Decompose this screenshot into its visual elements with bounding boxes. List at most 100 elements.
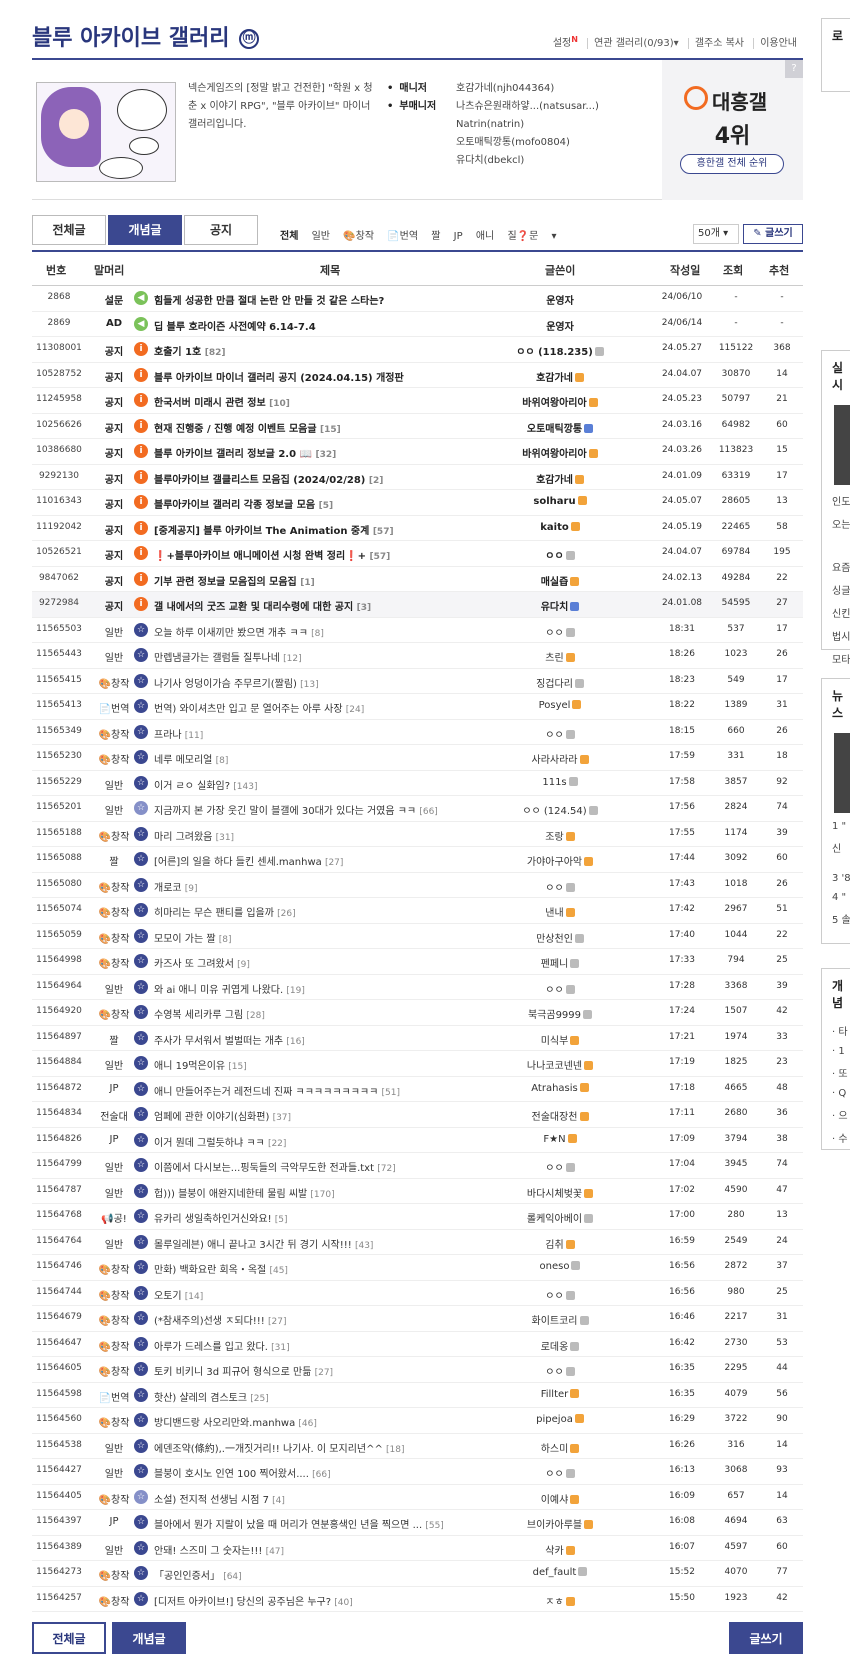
comment-count[interactable]: [10] [269, 399, 290, 409]
submanager-name[interactable]: Natrin(natrin) [456, 116, 599, 134]
comment-count[interactable]: [15] [228, 1062, 246, 1072]
best-item[interactable]: · 으 [822, 1103, 850, 1126]
comment-count[interactable]: [27] [315, 1368, 333, 1378]
writer-name[interactable]: 호감가네 [536, 475, 573, 486]
post-writer[interactable]: 롤케익아베이 [490, 1210, 630, 1225]
comment-count[interactable]: [46] [298, 1419, 316, 1429]
table-row[interactable]: 11564257 🎨창작 ☆ [디저트 아카이브!] 당신의 공주님은 누구? [40… [32, 1587, 803, 1612]
post-title-text[interactable]: 갤 내에서의 굿즈 교환 및 대리수령에 대한 공지 [154, 602, 353, 613]
post-title-text[interactable]: 이거 ㄹㅇ 실화임? [154, 781, 230, 792]
comment-count[interactable]: [43] [355, 1241, 373, 1251]
writer-name[interactable]: ㅇㅇ [545, 551, 563, 562]
post-title-text[interactable]: 주사가 무서워서 벌벌떠는 개추 [154, 1036, 283, 1047]
writer-name[interactable]: 북극곰9999 [528, 1010, 581, 1021]
post-writer[interactable]: ㅇㅇ [490, 624, 630, 639]
comment-count[interactable]: [37] [273, 1113, 291, 1123]
post-writer[interactable]: ㅇㅇ (124.54) [490, 802, 630, 817]
post-title-text[interactable]: 딥 블루 호라이즌 사전예약 6.14-7.4 [154, 322, 316, 333]
post-title-text[interactable]: 에덴조약(條約),.一개짓거리!! 나기사. 이 모지리년^^ [154, 1444, 383, 1455]
table-row[interactable]: 11564764 일반 ☆ 몰루일레븐) 애니 끝나고 3시간 뒤 경기 시작!!! … [32, 1230, 803, 1255]
head-general[interactable]: 일반 [312, 231, 330, 242]
writer-name[interactable]: def_fault [533, 1567, 577, 1578]
post-title[interactable]: 힘들게 성공한 만큼 절대 논란 안 만들 것 같은 스타는? [154, 292, 489, 307]
comment-count[interactable]: [40] [334, 1598, 352, 1608]
table-row[interactable]: 11564834 전술대 ☆ 엄페에 관한 이야기(심화편) [37] 전술대장천 17:… [32, 1102, 803, 1128]
post-title[interactable]: 안돼! 스즈미 그 숫자는!!! [47] [154, 1542, 489, 1557]
post-title[interactable]: 블루아카이브 갤러리 각종 정보글 모음 [5] [154, 496, 489, 511]
comment-count[interactable]: [16] [286, 1037, 304, 1047]
post-title[interactable]: 아루가 드레스를 입고 왔다. [31] [154, 1338, 489, 1353]
head-creation[interactable]: 🎨창작 [343, 231, 374, 242]
sidebar-login-title[interactable]: 로 [822, 19, 850, 52]
table-row[interactable]: 10386680 공지 i 블루 아카이브 갤러리 정보글 2.0 📖 [32] 바위여… [32, 439, 803, 465]
post-title-text[interactable]: 호출기 1호 [154, 347, 201, 358]
post-writer[interactable]: Posyel [490, 700, 630, 711]
post-title[interactable]: 「공인인증서」 [64] [154, 1567, 489, 1582]
writer-name[interactable]: 111s [542, 777, 566, 788]
comment-count[interactable]: [9] [185, 884, 198, 894]
table-row[interactable]: 11564884 일반 ☆ 애니 19먹은이유 [15] 나나코코넨넨 17:19 1825… [32, 1051, 803, 1077]
write-button-top[interactable]: ✎ 글쓰기 [743, 224, 803, 244]
post-title[interactable]: 블아에서 뭔가 지랄이 났을 때 머리가 연분홍색인 년을 찍으면 ... [5… [154, 1516, 489, 1531]
post-writer[interactable]: 김취 [490, 1236, 630, 1251]
table-row[interactable]: 11565229 일반 ☆ 이거 ㄹㅇ 실화임? [143] 111s 17:58 3857… [32, 771, 803, 796]
post-writer[interactable]: 이예샤 [490, 1491, 630, 1506]
post-title[interactable]: 카즈사 또 그려왔서 [9] [154, 955, 489, 970]
writer-name[interactable]: 펜페니 [541, 959, 569, 970]
post-title[interactable]: 핫산) 샬레의 겸스토크 [25] [154, 1389, 489, 1404]
writer-name[interactable]: 삭카 [545, 1546, 563, 1557]
best-item[interactable]: · 수 [822, 1126, 850, 1149]
post-title-text[interactable]: 블붕이 호시노 인연 100 찍어왔서.... [154, 1469, 309, 1480]
writer-name[interactable]: 유다치 [541, 602, 569, 613]
post-writer[interactable]: def_fault [490, 1567, 630, 1578]
post-writer[interactable]: 브이카아루블 [490, 1516, 630, 1531]
realtime-item[interactable]: 법시 [822, 624, 850, 647]
comment-count[interactable]: [8] [311, 629, 324, 639]
table-row[interactable]: 11564598 📄번역 ☆ 핫산) 샬레의 겸스토크 [25] Fillter 16:3… [32, 1383, 803, 1408]
writer-name[interactable]: Atrahasis [531, 1083, 578, 1094]
post-title[interactable]: 몰루일레븐) 애니 끝나고 3시간 뒤 경기 시작!!! [43] [154, 1236, 489, 1251]
post-writer[interactable]: 만상천인 [490, 930, 630, 945]
writer-name[interactable]: 하스미 [541, 1444, 569, 1455]
post-title-text[interactable]: 핫산) 샬레의 겸스토크 [154, 1393, 247, 1404]
table-row[interactable]: 2869 AD ◀ 딥 블루 호라이즌 사전예약 6.14-7.4 운영자 24/06/… [32, 312, 803, 337]
realtime-item[interactable]: 모타 [822, 647, 850, 670]
comment-count[interactable]: [11] [185, 731, 203, 741]
post-title-text[interactable]: 헙))) 블붕이 애완지네한테 물림 씨발 [154, 1189, 307, 1200]
post-writer[interactable]: 운영자 [490, 318, 630, 333]
post-title[interactable]: ❗+블루아카이브 애니메이션 시청 완벽 정리❗+ [57] [154, 547, 489, 562]
post-title[interactable]: 개로코 [9] [154, 879, 489, 894]
table-row[interactable]: 11564744 🎨창작 ☆ 오토기 [14] ㅇㅇ 16:56 980 25 [32, 1281, 803, 1306]
post-title[interactable]: 만화) 백화요란 회옥・옥절 [45] [154, 1261, 489, 1276]
comment-count[interactable]: [8] [219, 935, 232, 945]
head-anime[interactable]: 애니 [476, 231, 494, 242]
post-writer[interactable]: 111s [490, 776, 630, 788]
comment-count[interactable]: [8] [216, 756, 229, 766]
post-writer[interactable]: ㅇㅇ [490, 1159, 630, 1174]
post-title-text[interactable]: 현재 진행중 / 진행 예정 이벤트 모음글 [154, 424, 317, 435]
table-row[interactable]: 2868 설문 ◀ 힘들게 성공한 만큼 절대 논란 안 만들 것 같은 스타는? 운… [32, 286, 803, 312]
list-size-select[interactable]: 50개 ▾ [693, 224, 739, 244]
post-writer[interactable]: ㅇㅇ [490, 726, 630, 741]
post-title[interactable]: 에덴조약(條約),.一개짓거리!! 나기사. 이 모지리년^^ [18] [154, 1440, 489, 1455]
post-title-text[interactable]: 카즈사 또 그려왔서 [154, 959, 234, 970]
table-row[interactable]: 11016343 공지 i 블루아카이브 갤러리 각종 정보글 모음 [5] solha… [32, 490, 803, 516]
post-title[interactable]: 와 ai 애니 미유 귀엽게 나왔다. [19] [154, 981, 489, 996]
submanager-name[interactable]: 나츠슈은원래하얗...(natsusar...) [456, 98, 599, 116]
comment-count[interactable]: [26] [277, 909, 295, 919]
table-row[interactable]: 11565080 🎨창작 ☆ 개로코 [9] ㅇㅇ 17:43 1018 26 [32, 873, 803, 898]
post-writer[interactable]: solharu [490, 496, 630, 507]
post-title-text[interactable]: [디저트 아카이브!] 당신의 공주님은 누구? [154, 1597, 331, 1608]
writer-name[interactable]: solharu [533, 496, 575, 507]
post-title[interactable]: 헙))) 블붕이 애완지네한테 물림 씨발 [170] [154, 1185, 489, 1200]
post-title-text[interactable]: 만렙냄글가는 갤럼들 질투나네 [154, 653, 280, 664]
table-row[interactable]: 11564273 🎨창작 ☆ 「공인인증서」 [64] def_fault 15:52 40… [32, 1561, 803, 1587]
post-title-text[interactable]: 개로코 [154, 883, 182, 894]
comment-count[interactable]: [5] [275, 1215, 288, 1225]
comment-count[interactable]: [31] [216, 833, 234, 843]
head-translation[interactable]: 📄번역 [387, 231, 418, 242]
settings-link[interactable]: 설정N [547, 35, 584, 49]
post-writer[interactable]: 나나코코넨넨 [490, 1057, 630, 1072]
best-item[interactable]: · Q [822, 1084, 850, 1103]
submanager-name[interactable]: 오토매틱깡통(mofo0804) [456, 134, 599, 152]
